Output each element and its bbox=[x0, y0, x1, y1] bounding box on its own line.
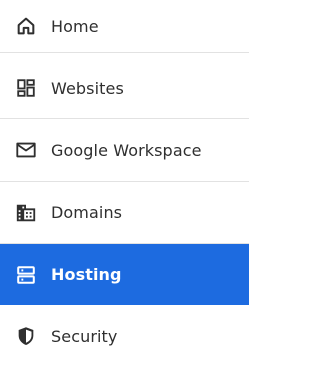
nav-item-label: Websites bbox=[51, 78, 124, 98]
side-navigation: Home Websites Google Workspace Domains H… bbox=[0, 0, 249, 367]
shield-icon bbox=[14, 324, 38, 348]
nav-item-label: Home bbox=[51, 16, 99, 36]
dashboard-icon bbox=[14, 76, 38, 100]
nav-item-label: Hosting bbox=[51, 265, 122, 284]
nav-item-domains[interactable]: Domains bbox=[0, 182, 249, 244]
nav-item-label: Domains bbox=[51, 203, 123, 222]
nav-item-hosting[interactable]: Hosting bbox=[0, 244, 249, 305]
nav-item-websites[interactable]: Websites bbox=[0, 58, 249, 119]
mail-icon bbox=[14, 138, 38, 162]
nav-item-label: Google Workspace bbox=[51, 140, 202, 160]
nav-item-home[interactable]: Home bbox=[0, 0, 249, 53]
nav-item-google-workspace[interactable]: Google Workspace bbox=[0, 119, 249, 182]
nav-item-security[interactable]: Security bbox=[0, 305, 249, 367]
building-icon bbox=[14, 201, 38, 225]
home-icon bbox=[14, 14, 38, 38]
nav-item-label: Security bbox=[51, 326, 118, 346]
server-icon bbox=[14, 263, 38, 287]
